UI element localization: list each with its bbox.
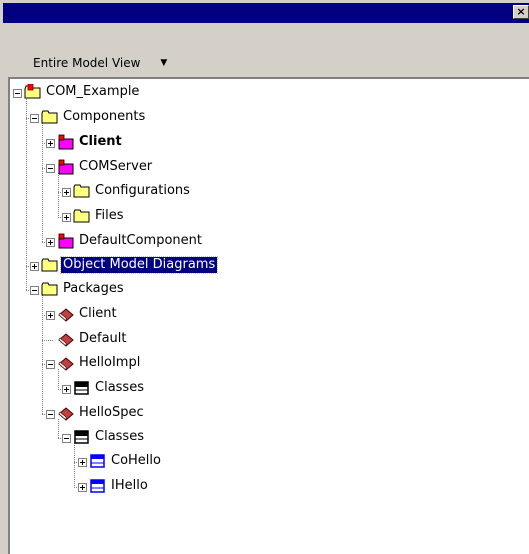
tree-item-default-package[interactable]: Default [77,331,129,347]
expand-client-package-toggle[interactable] [46,311,55,320]
tree-item-client-package[interactable]: Client [77,306,119,322]
component-icon [58,233,74,249]
expand-helloimpl-classes-toggle[interactable] [62,385,71,394]
classes-icon [74,430,89,444]
expand-client-component-toggle[interactable] [46,139,55,148]
component-icon [58,134,74,150]
collapse-root-toggle[interactable] [13,89,22,98]
collapse-helloimpl-toggle[interactable] [46,360,55,369]
package-icon [58,333,74,347]
package-icon [58,308,74,322]
tree-item-object-model-diagrams[interactable]: Object Model Diagrams [59,256,219,274]
tree-item-configurations[interactable]: Configurations [93,183,192,199]
collapse-hellospec-classes-toggle[interactable] [62,434,71,443]
close-button[interactable]: × [513,5,529,19]
title-bar[interactable]: × [3,3,529,23]
dropdown-arrow-icon[interactable]: ▼ [160,58,167,68]
folder-icon [41,282,58,296]
class-icon [90,454,105,468]
collapse-components-toggle[interactable] [30,114,39,123]
folder-icon [41,110,58,124]
expand-defaultcomponent-toggle[interactable] [46,238,55,247]
tree-item-defaultcomponent[interactable]: DefaultComponent [77,233,204,249]
expand-configurations-toggle[interactable] [62,188,71,197]
tree-item-hellospec-classes[interactable]: Classes [93,429,146,445]
tree-item-cohello[interactable]: CoHello [109,453,163,469]
tree-item-files[interactable]: Files [93,208,126,224]
tree-item-comserver[interactable]: COMServer [77,159,154,175]
folder-icon [73,209,90,223]
model-tree[interactable]: COM_Example Components Client COMServer … [8,77,529,554]
tree-item-hellospec[interactable]: HelloSpec [77,405,146,421]
class-icon [90,479,105,493]
package-icon [58,407,74,421]
tree-item-helloimpl[interactable]: HelloImpl [77,355,142,371]
component-icon [58,159,74,175]
tree-item-helloimpl-classes[interactable]: Classes [93,380,146,396]
project-folder-icon [24,84,41,99]
expand-files-toggle[interactable] [62,213,71,222]
tree-item-client-component[interactable]: Client [77,134,124,150]
tree-item-com-example[interactable]: COM_Example [44,84,141,100]
tree-item-components[interactable]: Components [61,109,147,125]
package-icon [58,357,74,371]
expand-ihello-toggle[interactable] [78,483,87,492]
toolbar: Entire Model View ▼ [3,23,529,77]
tree-item-packages[interactable]: Packages [61,281,126,297]
view-dropdown-label: Entire Model View [33,56,141,70]
collapse-comserver-toggle[interactable] [46,164,55,173]
folder-icon [41,258,58,272]
classes-icon [74,381,89,395]
expand-object-model-diagrams-toggle[interactable] [30,262,39,271]
collapse-packages-toggle[interactable] [30,286,39,295]
tree-item-ihello[interactable]: IHello [109,478,150,494]
collapse-hellospec-toggle[interactable] [46,410,55,419]
folder-icon [73,184,90,198]
expand-cohello-toggle[interactable] [78,458,87,467]
view-dropdown[interactable]: Entire Model View ▼ [33,53,167,73]
browser-window: × Entire Model View ▼ COM_Example Compon… [0,0,529,554]
